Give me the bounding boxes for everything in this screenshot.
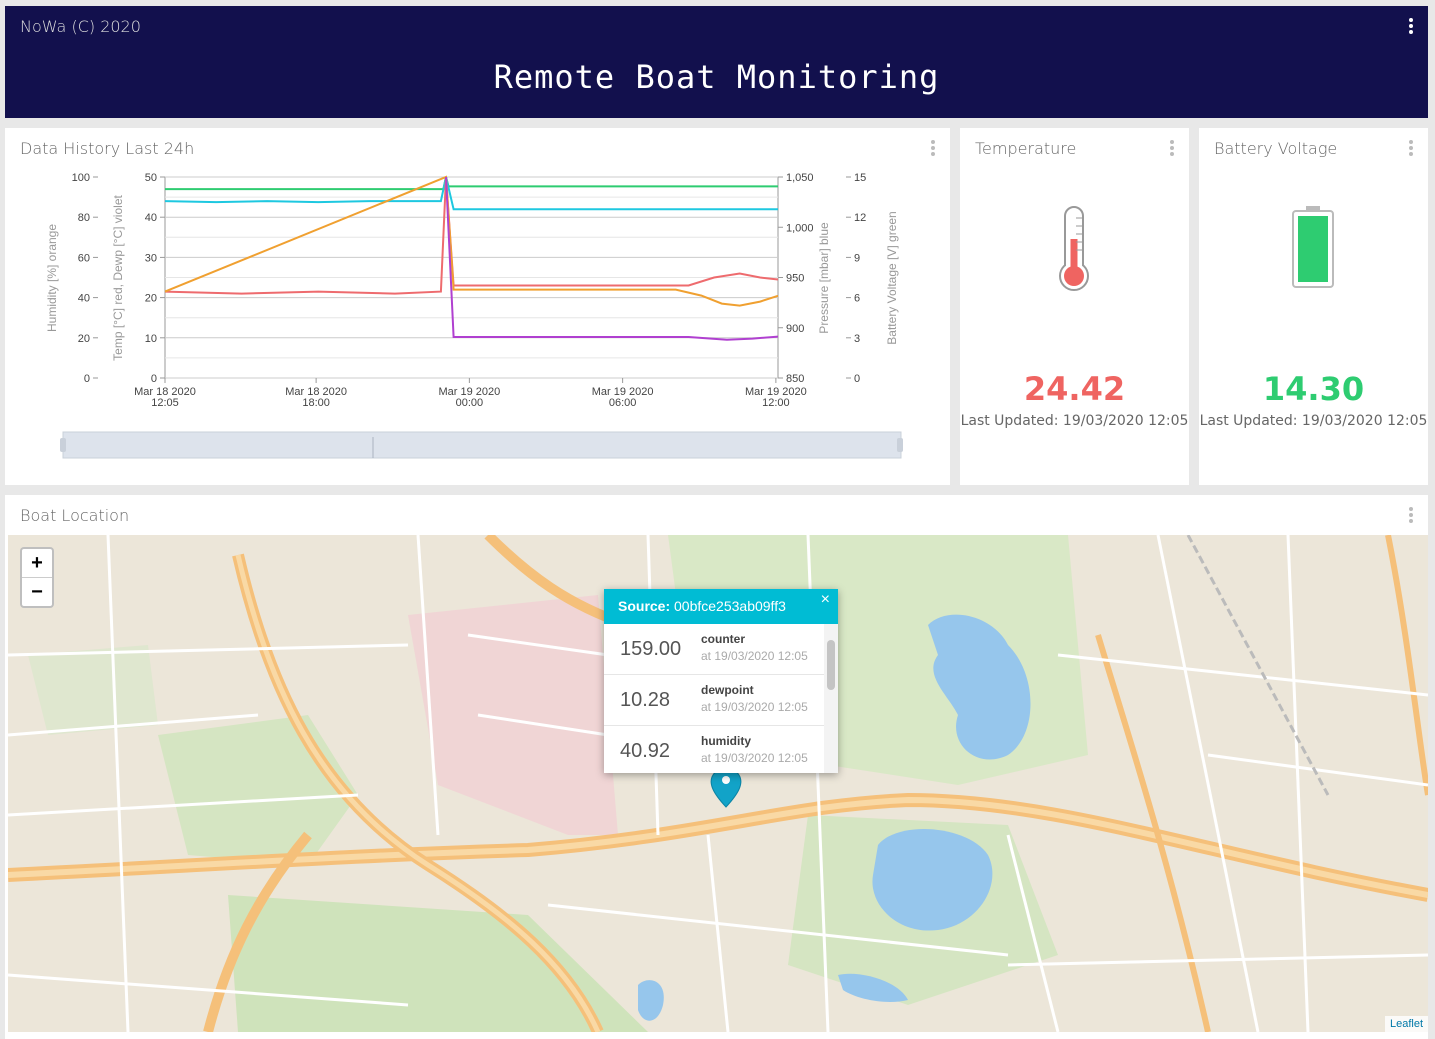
popup-source-id: 00bfce253ab09ff3 <box>674 598 786 614</box>
popup-row-time: at 19/03/2020 12:05 <box>701 700 808 714</box>
x-tick-label: 12:00 <box>762 397 790 409</box>
y-axis-label-temp: Temp [°C] red, Dewp [°C] violet <box>111 195 125 361</box>
y-tick-pressure: 850 <box>786 373 804 385</box>
y-tick-temp: 40 <box>145 212 157 224</box>
y-axis-label-pressure: Pressure [mbar] blue <box>817 222 831 334</box>
x-tick-label: 18:00 <box>302 397 330 409</box>
popup-row-label: dewpoint <box>701 683 754 697</box>
battery-icon <box>1292 206 1334 288</box>
y-tick-pressure: 950 <box>786 273 804 285</box>
x-tick-label: 06:00 <box>609 397 637 409</box>
y-tick-voltage: 6 <box>854 293 860 305</box>
popup-row-label: counter <box>701 632 746 646</box>
slider-handle-right[interactable] <box>897 438 903 452</box>
y-tick-temp: 50 <box>145 172 157 184</box>
popup-row-label: humidity <box>701 734 751 748</box>
boat-location-card: Boat Location + − Source: 00bfce253ab09f… <box>5 495 1428 1039</box>
y-tick-pressure: 900 <box>786 323 804 335</box>
map-popup: Source: 00bfce253ab09ff3 × 159.00 counte… <box>604 589 838 773</box>
y-tick-pressure: 1,000 <box>786 222 814 234</box>
header-menu-icon[interactable] <box>1409 18 1413 34</box>
popup-row: 40.92 humidity at 19/03/2020 12:05 <box>604 726 824 773</box>
y-tick-humidity: 60 <box>78 252 90 264</box>
y-tick-voltage: 3 <box>854 333 860 345</box>
card-title: Boat Location <box>20 506 130 525</box>
x-tick-label: 00:00 <box>456 397 484 409</box>
location-menu-icon[interactable] <box>1409 507 1413 523</box>
popup-row-time: at 19/03/2020 12:05 <box>701 751 808 765</box>
temperature-value: 24.42 <box>1023 370 1126 408</box>
popup-row-value: 159.00 <box>620 638 682 660</box>
temperature-card: Temperature 24.42 Last Updated: 19/03/20… <box>960 128 1189 485</box>
time-range-slider[interactable] <box>60 431 903 459</box>
battery-card: Battery Voltage 14.30 Last Updated: 19/0… <box>1199 128 1428 485</box>
y-tick-humidity: 20 <box>78 333 90 345</box>
map-attribution-link[interactable]: Leaflet <box>1384 1016 1428 1032</box>
series-line-pressure-1 <box>164 176 778 211</box>
zoom-out-button[interactable]: − <box>22 578 52 606</box>
battery-menu-icon[interactable] <box>1409 140 1413 156</box>
battery-updated: Last Updated: 19/03/2020 12:05 <box>1199 413 1428 429</box>
popup-row-value: 40.92 <box>620 740 671 762</box>
x-tick-label: 12:05 <box>151 397 179 409</box>
y-tick-humidity: 100 <box>72 172 90 184</box>
y-tick-humidity: 40 <box>78 293 90 305</box>
temperature-updated: Last Updated: 19/03/2020 12:05 <box>960 413 1189 429</box>
popup-row-value: 10.28 <box>620 689 671 711</box>
history-chart: 100806040200 50403020100 1,0501,00095090… <box>45 172 903 459</box>
y-tick-pressure: 1,050 <box>786 172 814 184</box>
card-title: Battery Voltage <box>1214 139 1338 158</box>
popup-row-time: at 19/03/2020 12:05 <box>701 649 808 663</box>
y-axis-label-humidity: Humidity [%] orange <box>45 224 59 332</box>
popup-header: Source: 00bfce253ab09ff3 <box>604 589 838 624</box>
popup-row: 159.00 counter at 19/03/2020 12:05 <box>604 624 824 675</box>
y-tick-humidity: 0 <box>84 373 90 385</box>
series-line-voltage-0 <box>165 176 778 191</box>
popup-close-button[interactable]: × <box>821 591 830 609</box>
y-tick-voltage: 15 <box>854 172 866 184</box>
data-history-card: Data History Last 24h 100 80 60 40 20 0 50 40 3… <box>5 128 950 485</box>
card-title: Temperature <box>975 139 1077 158</box>
zoom-in-button[interactable]: + <box>22 549 52 578</box>
y-tick-temp: 10 <box>145 333 157 345</box>
y-tick-voltage: 0 <box>854 373 860 385</box>
y-tick-voltage: 9 <box>854 252 860 264</box>
page-title: Remote Boat Monitoring <box>493 58 940 96</box>
zoom-control: + − <box>20 547 54 608</box>
y-tick-humidity: 80 <box>78 212 90 224</box>
y-axis-label-voltage: Battery Voltage [V] green <box>885 211 899 344</box>
app-header: NoWa (C) 2020 Remote Boat Monitoring <box>5 6 1428 118</box>
y-tick-temp: 30 <box>145 252 157 264</box>
y-tick-temp: 20 <box>145 293 157 305</box>
series-line-temp-4 <box>445 176 779 341</box>
battery-value: 14.30 <box>1262 370 1365 408</box>
series-line-temp-2 <box>164 176 779 295</box>
temperature-menu-icon[interactable] <box>1170 140 1174 156</box>
map-view[interactable]: + − Source: 00bfce253ab09ff3 × 159.00 co… <box>8 535 1428 1032</box>
thermometer-icon <box>1059 206 1089 291</box>
popup-source-label: Source: <box>618 598 671 614</box>
y-tick-temp: 0 <box>151 373 157 385</box>
popup-row: 10.28 dewpoint at 19/03/2020 12:05 <box>604 675 824 726</box>
y-tick-voltage: 12 <box>854 212 866 224</box>
brand-label: NoWa (C) 2020 <box>20 17 141 36</box>
slider-handle-left[interactable] <box>60 438 66 452</box>
popup-scrollbar[interactable] <box>824 624 838 773</box>
